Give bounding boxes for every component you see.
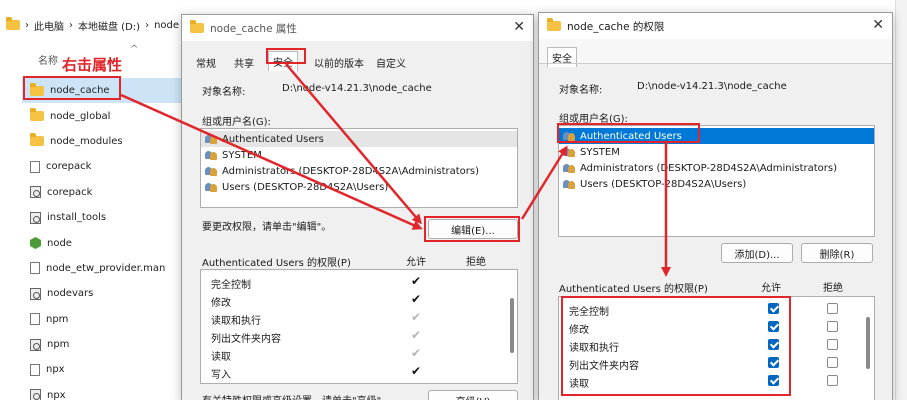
arrow-to-authenticated-users — [520, 145, 568, 220]
arrow-to-edit-button — [120, 93, 423, 230]
annotation-arrows — [120, 63, 671, 277]
